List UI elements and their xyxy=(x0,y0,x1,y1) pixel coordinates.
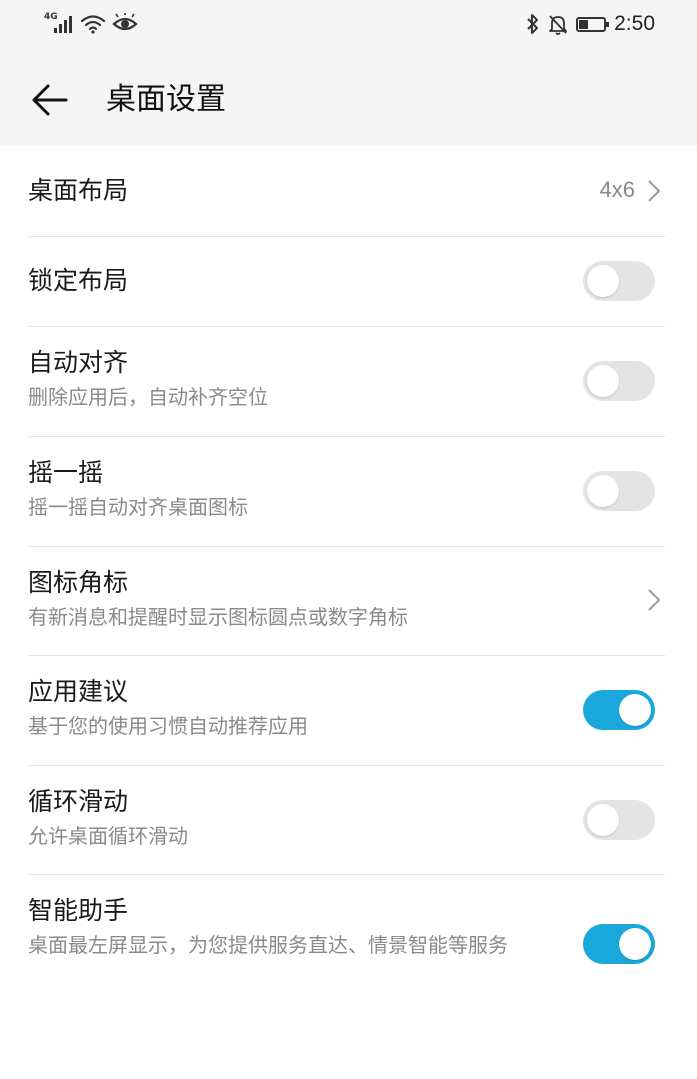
chevron-right-icon xyxy=(648,180,661,202)
auto-align-toggle[interactable] xyxy=(583,361,655,401)
setting-subtitle: 摇一摇自动对齐桌面图标 xyxy=(28,495,248,519)
status-time: 2:50 xyxy=(614,12,655,35)
bluetooth-icon xyxy=(527,14,539,34)
setting-icon-badges[interactable]: 图标角标 有新消息和提醒时显示图标圆点或数字角标 xyxy=(0,546,697,656)
setting-lock-layout[interactable]: 锁定布局 xyxy=(0,236,697,327)
setting-desktop-layout[interactable]: 桌面布局 4x6 xyxy=(0,146,697,237)
setting-subtitle: 基于您的使用习惯自动推荐应用 xyxy=(28,714,308,738)
status-right: 2:50 xyxy=(526,10,655,38)
eye-icon xyxy=(112,13,138,31)
settings-list: 桌面布局 4x6 锁定布局 自动对齐 删除应用后，自动补齐空位 摇一摇 摇一摇自… xyxy=(0,146,697,1014)
setting-title: 摇一摇 xyxy=(28,458,104,487)
page-title: 桌面设置 xyxy=(106,82,226,117)
setting-smart-assistant[interactable]: 智能助手 桌面最左屏显示，为您提供服务直达、情景智能等服务 xyxy=(0,874,697,1014)
setting-subtitle: 允许桌面循环滑动 xyxy=(28,824,188,848)
setting-loop-scroll[interactable]: 循环滑动 允许桌面循环滑动 xyxy=(0,765,697,875)
setting-shake[interactable]: 摇一摇 摇一摇自动对齐桌面图标 xyxy=(0,436,697,547)
setting-app-suggestions[interactable]: 应用建议 基于您的使用习惯自动推荐应用 xyxy=(0,655,697,766)
setting-title: 智能助手 xyxy=(28,896,129,925)
mute-icon xyxy=(549,15,568,35)
setting-subtitle: 有新消息和提醒时显示图标圆点或数字角标 xyxy=(28,605,408,629)
chevron-right-icon xyxy=(648,589,661,611)
back-arrow-icon[interactable] xyxy=(28,78,72,122)
status-bar: 4G 2:50 xyxy=(0,0,697,50)
status-left: 4G xyxy=(44,10,138,38)
setting-title: 桌面布局 xyxy=(28,176,129,205)
signal-icon: 4G xyxy=(44,13,74,35)
setting-auto-align[interactable]: 自动对齐 删除应用后，自动补齐空位 xyxy=(0,326,697,437)
lock-layout-toggle[interactable] xyxy=(583,261,655,301)
setting-title: 循环滑动 xyxy=(28,787,129,816)
setting-title: 自动对齐 xyxy=(28,348,129,377)
app-suggestions-toggle[interactable] xyxy=(583,690,655,730)
setting-value: 4x6 xyxy=(599,177,635,202)
wifi-icon xyxy=(80,15,106,34)
setting-title: 图标角标 xyxy=(28,568,129,597)
smart-assistant-toggle[interactable] xyxy=(583,924,655,964)
app-bar: 桌面设置 xyxy=(0,50,697,146)
setting-title: 锁定布局 xyxy=(28,266,129,295)
battery-icon xyxy=(576,16,610,32)
loop-scroll-toggle[interactable] xyxy=(583,800,655,840)
shake-toggle[interactable] xyxy=(583,471,655,511)
setting-subtitle: 删除应用后，自动补齐空位 xyxy=(28,385,268,409)
setting-title: 应用建议 xyxy=(28,677,129,706)
setting-subtitle: 桌面最左屏显示，为您提供服务直达、情景智能等服务 xyxy=(28,933,508,957)
